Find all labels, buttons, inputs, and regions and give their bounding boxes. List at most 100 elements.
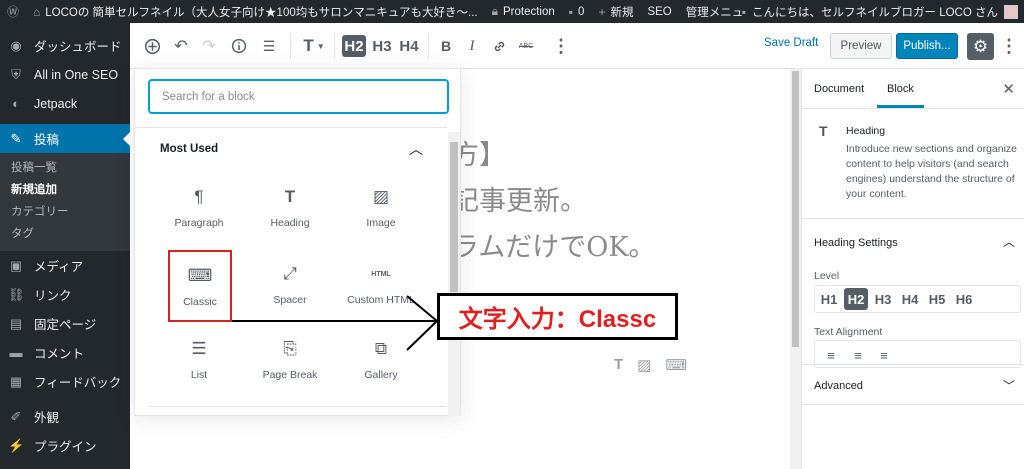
chevron-up-icon[interactable]: ︿ bbox=[409, 139, 423, 159]
sidebar-item-comments[interactable]: ▬ コメント bbox=[0, 338, 130, 367]
add-block-button[interactable] bbox=[140, 23, 164, 69]
sidebar-item-plugins[interactable]: ⚡ プラグイン bbox=[0, 431, 130, 460]
level-h6-button[interactable]: H6 bbox=[952, 288, 976, 310]
posts-submenu: 投稿一覧 新規追加 カテゴリー タグ bbox=[0, 153, 130, 251]
bold-button[interactable]: B bbox=[436, 23, 456, 69]
close-settings-button[interactable]: ✕ bbox=[1002, 80, 1015, 98]
sidebar-item-pages[interactable]: ▤ 固定ページ bbox=[0, 309, 130, 338]
block-page-break[interactable]: ⎘ Page Break bbox=[246, 325, 334, 397]
block-custom-html[interactable]: HTML Custom HTML bbox=[337, 250, 425, 322]
sidebar-item-feedback[interactable]: ▦ フィードバック bbox=[0, 367, 130, 396]
comments-link[interactable]: ▪ 0 bbox=[562, 0, 592, 23]
pin-icon: ✎ bbox=[10, 130, 22, 146]
my-account[interactable]: ▪ こんにちは、セルフネイルブロガー LOCO さん bbox=[741, 0, 1024, 23]
level-h2-button[interactable]: H2 bbox=[844, 288, 868, 310]
inserter-scrollbar[interactable] bbox=[448, 132, 460, 416]
block-title: Heading bbox=[846, 125, 886, 137]
heading-h3-button[interactable]: H3 bbox=[370, 35, 394, 57]
toolbar-divider bbox=[290, 33, 291, 59]
wordpress-logo[interactable]: Ⓦ bbox=[0, 0, 26, 23]
editor-more-button[interactable]: ⋮ bbox=[1000, 33, 1018, 60]
block-heading[interactable]: T Heading bbox=[246, 173, 334, 245]
undo-button[interactable]: ↶ bbox=[170, 23, 192, 69]
editor-toolbar: ↶ ↷ ☰ T ▼ H2 H3 H4 B I ABC ⋮ Save Draft P… bbox=[130, 23, 1024, 69]
tab-block[interactable]: Block bbox=[877, 83, 924, 108]
sidebar-item-jetpack[interactable]: ◐ Jetpack bbox=[0, 89, 130, 118]
publish-button[interactable]: Publish... bbox=[896, 33, 958, 59]
info-button[interactable] bbox=[228, 23, 250, 69]
block-label: Gallery bbox=[364, 369, 398, 381]
sidebar-item-dashboard[interactable]: ◉ ダッシュボード bbox=[0, 31, 130, 60]
text-alignment-label: Text Alignment bbox=[814, 326, 883, 338]
comments-count: 0 bbox=[578, 5, 585, 18]
align-right-button[interactable]: ≡ bbox=[874, 345, 894, 365]
level-h3-button[interactable]: H3 bbox=[871, 288, 895, 310]
heading-h4-button[interactable]: H4 bbox=[397, 35, 421, 57]
outline-button[interactable]: ☰ bbox=[258, 23, 280, 69]
greeting: こんにちは、セルフネイルブロガー LOCO さん bbox=[752, 6, 998, 19]
level-h1-button[interactable]: H1 bbox=[817, 288, 841, 310]
block-paragraph[interactable]: ¶ Paragraph bbox=[155, 173, 243, 245]
redo-button[interactable]: ↷ bbox=[198, 23, 220, 69]
editor-scrollbar[interactable] bbox=[790, 69, 801, 469]
new-content-link[interactable]: + 新規 bbox=[591, 0, 640, 23]
comment-icon: ▪ bbox=[568, 4, 574, 19]
submenu-add-new[interactable]: 新規追加 bbox=[0, 179, 130, 201]
save-draft-button[interactable]: Save Draft bbox=[764, 37, 818, 49]
submenu-all-posts[interactable]: 投稿一覧 bbox=[0, 157, 130, 179]
heading-settings-toggle[interactable]: Heading Settings bbox=[814, 237, 898, 249]
block-list[interactable]: ☰ List bbox=[155, 325, 243, 397]
more-options-button[interactable]: ⋮ bbox=[552, 23, 570, 69]
block-classic[interactable]: ⌨ Classic bbox=[168, 250, 232, 322]
seo-link[interactable]: SEO bbox=[640, 0, 678, 23]
align-left-button[interactable]: ≡ bbox=[821, 345, 841, 365]
align-center-button[interactable]: ≡ bbox=[848, 345, 868, 365]
heading-line-2[interactable]: 記事更新。 bbox=[452, 179, 587, 218]
brush-icon: ✐ bbox=[10, 408, 22, 424]
block-search-input[interactable] bbox=[150, 81, 447, 112]
block-type-switcher[interactable]: T ▼ bbox=[300, 23, 328, 69]
block-search-field[interactable] bbox=[148, 79, 449, 114]
keyboard-icon[interactable]: ⌨ bbox=[665, 356, 687, 374]
undo-icon: ↶ bbox=[174, 38, 188, 55]
block-gallery[interactable]: ⧉ Gallery bbox=[337, 325, 425, 397]
strikethrough-button[interactable]: ABC bbox=[514, 23, 538, 69]
submenu-categories[interactable]: カテゴリー bbox=[0, 201, 130, 223]
chevron-up-icon[interactable]: ︿ bbox=[1003, 233, 1015, 250]
site-name-link[interactable]: ⌂ LOCOの 簡単セルフネイル（大人女子向け★100均もサロンマニキュアも大好… bbox=[26, 0, 485, 23]
advanced-panel[interactable]: Advanced ﹀ bbox=[802, 365, 1024, 405]
image-icon[interactable]: ▨ bbox=[637, 356, 651, 374]
preview-button[interactable]: Preview bbox=[830, 33, 892, 59]
sidebar-item-appearance[interactable]: ✐ 外観 bbox=[0, 402, 130, 431]
heading-type-icon: T bbox=[303, 36, 314, 55]
block-card: T Heading Introduce new sections and org… bbox=[802, 109, 1024, 219]
sidebar-item-links[interactable]: ⛓ リンク bbox=[0, 280, 130, 309]
italic-button[interactable]: I bbox=[462, 23, 482, 69]
submenu-tags[interactable]: タグ bbox=[0, 223, 130, 245]
html-icon: HTML bbox=[371, 270, 391, 278]
media-icon: ▣ bbox=[9, 257, 23, 273]
level-h4-button[interactable]: H4 bbox=[898, 288, 922, 310]
feedback-icon: ▦ bbox=[9, 373, 23, 389]
paragraph-icon: ¶ bbox=[194, 187, 204, 206]
link-icon: ⛓ bbox=[8, 286, 25, 302]
block-spacer[interactable]: ⤢ Spacer bbox=[246, 250, 334, 322]
tab-document[interactable]: Document bbox=[814, 83, 864, 95]
link-button[interactable] bbox=[488, 23, 510, 69]
protection-link[interactable]: 🔒︎ Protection bbox=[485, 0, 562, 23]
block-image[interactable]: ▨ Image bbox=[337, 173, 425, 245]
toolbar-divider bbox=[428, 33, 429, 59]
advanced-label: Advanced bbox=[814, 380, 863, 392]
sidebar-item-label: リンク bbox=[34, 289, 72, 303]
sidebar-item-media[interactable]: ▣ メディア bbox=[0, 251, 130, 280]
heading-h2-button[interactable]: H2 bbox=[342, 35, 366, 57]
scrollbar-thumb[interactable] bbox=[450, 142, 458, 292]
sidebar-item-aioseo[interactable]: ⛨ All in One SEO bbox=[0, 60, 130, 89]
scrollbar-thumb[interactable] bbox=[792, 71, 799, 347]
settings-button[interactable]: ⚙ bbox=[967, 33, 994, 60]
most-used-title[interactable]: Most Used bbox=[160, 143, 218, 155]
level-h5-button[interactable]: H5 bbox=[925, 288, 949, 310]
heading-line-3[interactable]: ラムだけでOK。 bbox=[452, 225, 656, 264]
heading-icon[interactable]: T bbox=[614, 356, 623, 374]
sidebar-item-posts[interactable]: ✎ 投稿 bbox=[0, 124, 130, 153]
